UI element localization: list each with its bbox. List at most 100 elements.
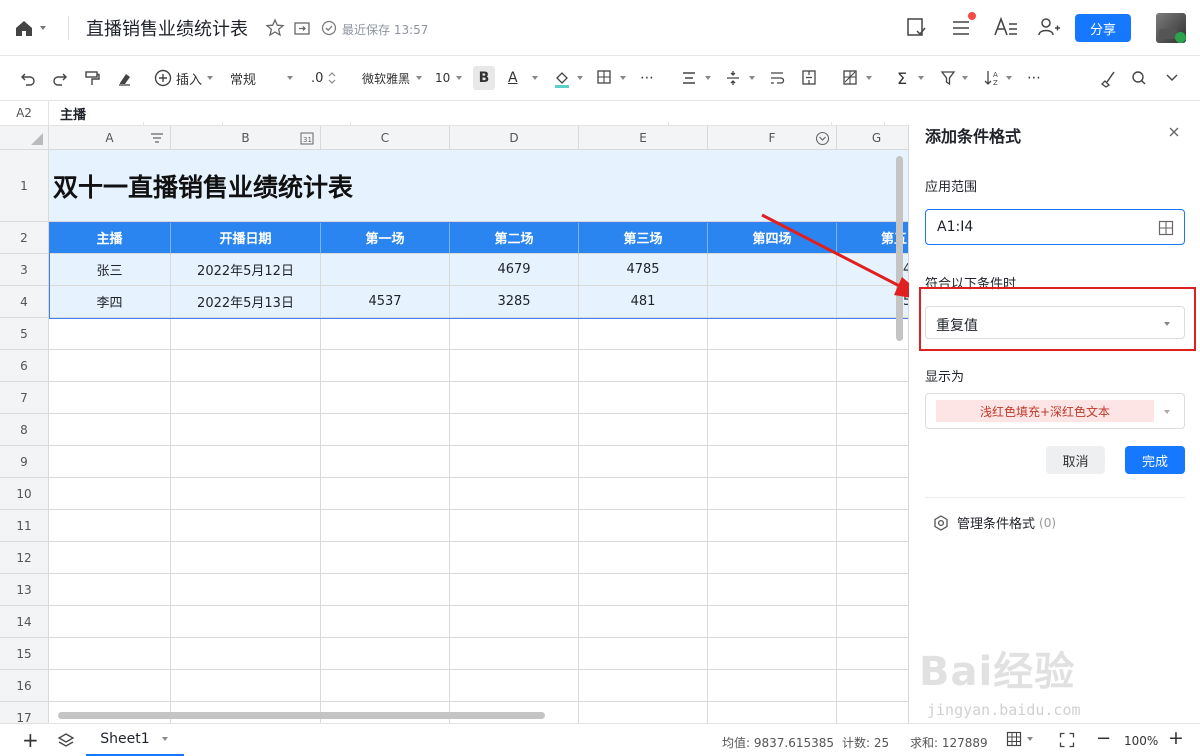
column-header-g[interactable]: G [837, 126, 908, 150]
wrap-text-icon[interactable] [769, 66, 785, 90]
empty-cell[interactable] [171, 606, 321, 638]
doc-title[interactable]: 直播销售业绩统计表 [86, 15, 248, 41]
header-cell[interactable]: 第二场 [450, 222, 579, 254]
row-header-7[interactable]: 7 [0, 382, 49, 414]
empty-cell[interactable] [579, 478, 708, 510]
empty-cell[interactable] [708, 702, 837, 723]
empty-cell[interactable] [837, 446, 908, 478]
empty-cell[interactable] [579, 318, 708, 350]
empty-cell[interactable] [49, 382, 171, 414]
done-button[interactable]: 完成 [1125, 446, 1185, 474]
empty-cell[interactable] [450, 670, 579, 702]
data-cell[interactable]: 4679 [450, 254, 579, 286]
empty-cell[interactable] [837, 414, 908, 446]
column-header-b[interactable]: B [171, 126, 321, 150]
empty-cell[interactable] [579, 350, 708, 382]
empty-cell[interactable] [579, 446, 708, 478]
empty-cell[interactable] [321, 350, 450, 382]
empty-cell[interactable] [450, 478, 579, 510]
empty-cell[interactable] [49, 670, 171, 702]
empty-cell[interactable] [321, 478, 450, 510]
empty-cell[interactable] [49, 574, 171, 606]
number-format-select[interactable]: 常规 [230, 66, 295, 90]
header-cell[interactable]: 第三场 [579, 222, 708, 254]
manage-rules-link[interactable]: 管理条件格式 (0) [933, 513, 1056, 532]
row-header-17[interactable]: 17 [0, 702, 49, 723]
collaborators-icon[interactable] [1037, 16, 1061, 38]
display-style-select[interactable]: 浅红色填充+深红色文本 [925, 393, 1185, 429]
brush-icon[interactable] [1099, 66, 1117, 90]
data-cell[interactable]: 4537 [321, 286, 450, 318]
empty-cell[interactable] [171, 542, 321, 574]
header-cell[interactable]: 第一场 [321, 222, 450, 254]
empty-cell[interactable] [708, 510, 837, 542]
condition-select[interactable]: 重复值 [925, 306, 1185, 339]
caret-down-icon[interactable] [864, 66, 874, 90]
empty-cell[interactable] [171, 414, 321, 446]
row-header-16[interactable]: 16 [0, 670, 49, 702]
caret-down-icon[interactable] [1004, 66, 1014, 90]
format-painter-icon[interactable] [84, 66, 100, 90]
sum-icon[interactable]: Σ [897, 66, 907, 90]
data-cell[interactable] [321, 254, 450, 286]
empty-cell[interactable] [450, 638, 579, 670]
empty-cell[interactable] [579, 702, 708, 723]
empty-cell[interactable] [321, 446, 450, 478]
empty-cell[interactable] [450, 318, 579, 350]
move-to-folder-icon[interactable] [293, 19, 311, 37]
view-mode-select[interactable] [1006, 731, 1035, 747]
caret-down-icon[interactable] [530, 66, 540, 90]
column-header-d[interactable]: D [450, 126, 579, 150]
align-vertical-icon[interactable] [725, 66, 741, 90]
decimal-stepper[interactable]: .0 [311, 66, 337, 90]
empty-cell[interactable] [450, 510, 579, 542]
notification-button[interactable] [950, 12, 976, 39]
empty-cell[interactable] [708, 574, 837, 606]
row-header-9[interactable]: 9 [0, 446, 49, 478]
empty-cell[interactable] [708, 606, 837, 638]
approve-doc-icon[interactable] [905, 16, 927, 38]
empty-cell[interactable] [708, 542, 837, 574]
border-icon[interactable] [596, 66, 612, 90]
row-header-10[interactable]: 10 [0, 478, 49, 510]
header-cell[interactable]: 主播 [49, 222, 171, 254]
filter-toggle-icon[interactable] [149, 131, 165, 145]
row-header-5[interactable]: 5 [0, 318, 49, 350]
bold-button[interactable]: B [473, 66, 495, 90]
row-header-4[interactable]: 4 [0, 286, 49, 318]
empty-cell[interactable] [49, 414, 171, 446]
empty-cell[interactable] [708, 670, 837, 702]
empty-cell[interactable] [579, 670, 708, 702]
font-style-icon[interactable] [993, 16, 1019, 38]
row-header-13[interactable]: 13 [0, 574, 49, 606]
caret-down-icon[interactable] [747, 66, 757, 90]
empty-cell[interactable] [171, 638, 321, 670]
data-cell[interactable]: 2022年5月12日 [171, 254, 321, 286]
empty-cell[interactable] [49, 638, 171, 670]
font-color-button[interactable]: A [508, 66, 518, 90]
font-size-select[interactable]: 10 [435, 66, 464, 90]
empty-cell[interactable] [837, 638, 908, 670]
empty-cell[interactable] [708, 414, 837, 446]
row-header-14[interactable]: 14 [0, 606, 49, 638]
sheet-tab[interactable]: Sheet1 [86, 724, 184, 756]
avatar[interactable] [1156, 13, 1186, 43]
empty-cell[interactable] [321, 318, 450, 350]
empty-cell[interactable] [837, 350, 908, 382]
row-header-15[interactable]: 15 [0, 638, 49, 670]
empty-cell[interactable] [579, 414, 708, 446]
header-cell[interactable]: 开播日期 [171, 222, 321, 254]
data-cell[interactable]: 2022年5月13日 [171, 286, 321, 318]
empty-cell[interactable] [450, 350, 579, 382]
caret-down-icon[interactable] [575, 66, 585, 90]
caret-down-icon[interactable] [618, 66, 628, 90]
empty-cell[interactable] [579, 606, 708, 638]
row-header-12[interactable]: 12 [0, 542, 49, 574]
empty-cell[interactable] [49, 542, 171, 574]
chevron-down-icon[interactable] [1164, 66, 1180, 90]
empty-cell[interactable] [837, 542, 908, 574]
empty-cell[interactable] [450, 606, 579, 638]
empty-cell[interactable] [321, 670, 450, 702]
empty-cell[interactable] [837, 670, 908, 702]
empty-cell[interactable] [49, 606, 171, 638]
